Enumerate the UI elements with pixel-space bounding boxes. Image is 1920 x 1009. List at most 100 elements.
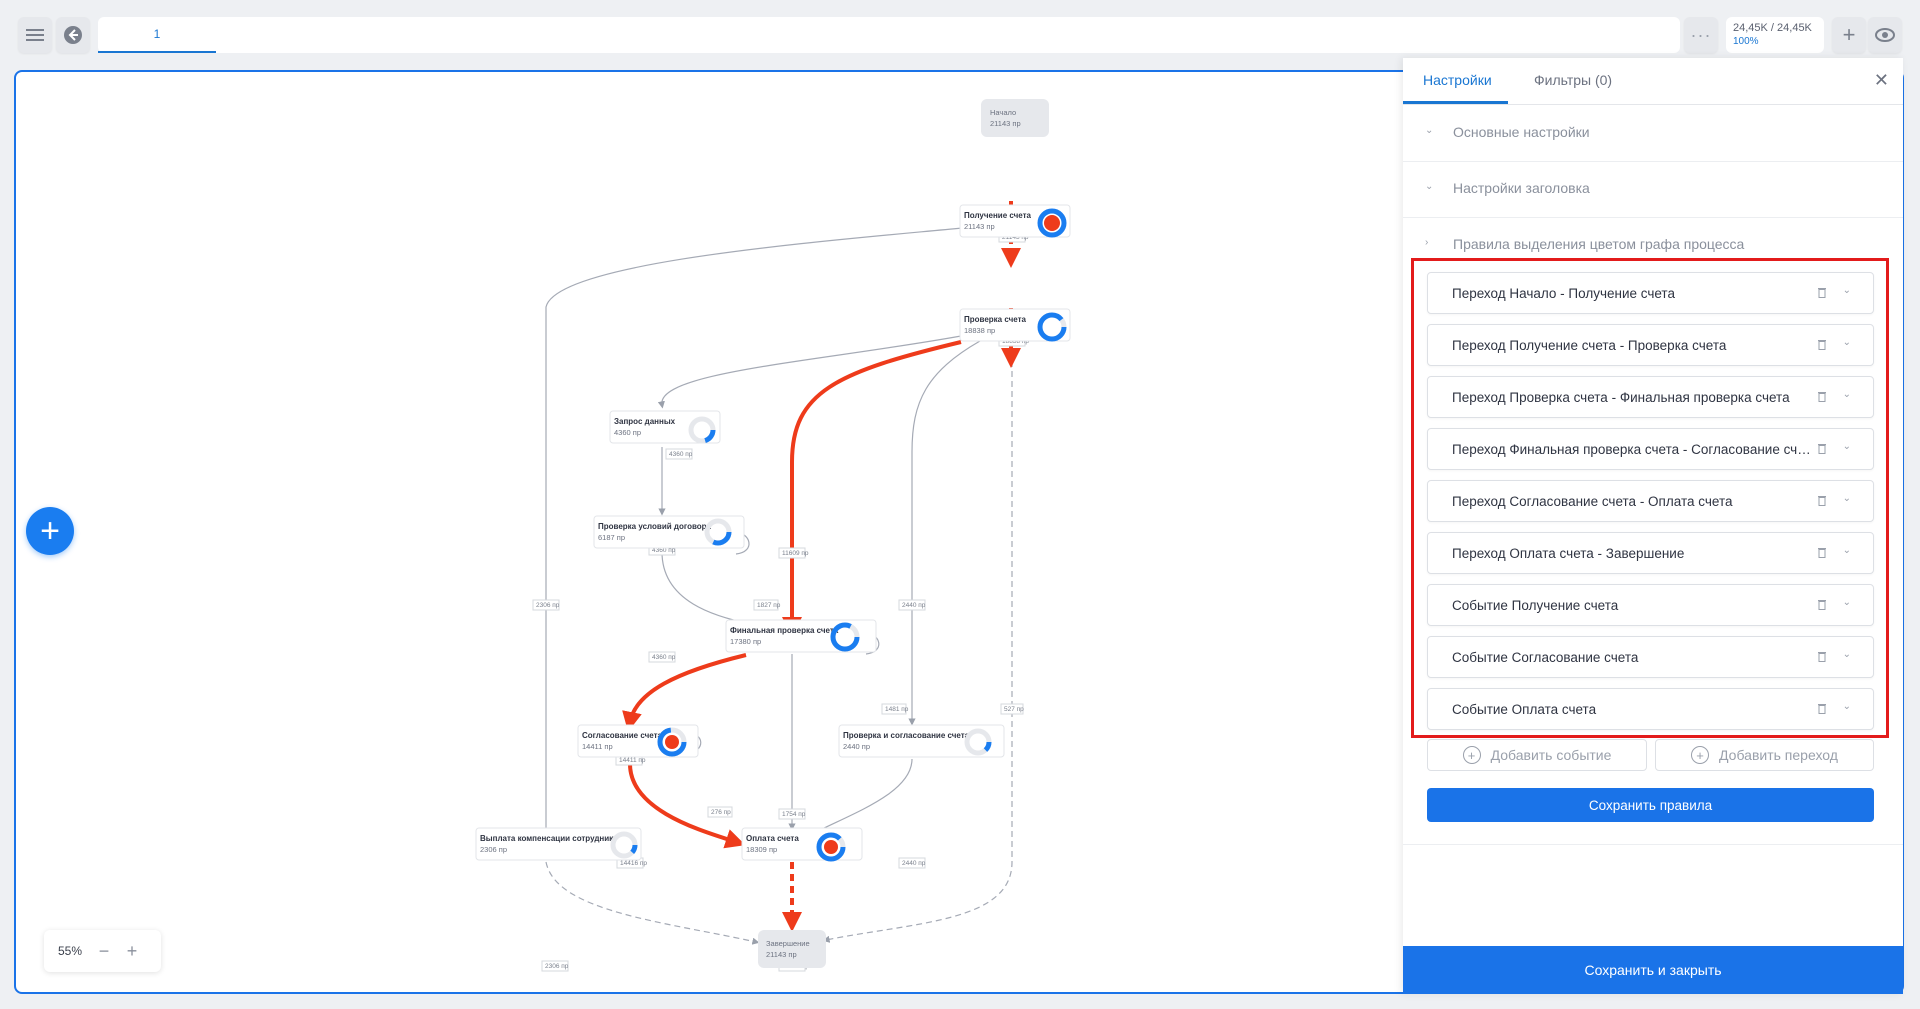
- rule-item[interactable]: Событие Согласование счета ⌄: [1427, 636, 1874, 678]
- edge-label: 2306 пр: [541, 960, 569, 972]
- rule-label: Переход Проверка счета - Финальная прове…: [1452, 390, 1790, 405]
- svg-text:1754 пр: 1754 пр: [782, 811, 806, 818]
- tab-filters[interactable]: Фильтры (0): [1534, 72, 1612, 88]
- chevron-right-icon: ›: [1425, 237, 1429, 248]
- events-percent: 100%: [1733, 36, 1759, 47]
- add-event-button[interactable]: + Добавить событие: [1427, 739, 1647, 771]
- back-button[interactable]: [56, 17, 90, 53]
- svg-text:2440 пр: 2440 пр: [843, 742, 870, 751]
- rule-label: Событие Получение счета: [1452, 598, 1619, 613]
- node-final[interactable]: Финальная проверка счета 17380 пр: [725, 619, 877, 653]
- chevron-down-icon[interactable]: ⌄: [1843, 545, 1851, 556]
- svg-text:Финальная проверка счета: Финальная проверка счета: [730, 626, 839, 635]
- node-pay[interactable]: Оплата счета 18309 пр: [741, 827, 863, 862]
- section-header-settings[interactable]: ⌄ Настройки заголовка: [1403, 161, 1903, 218]
- chevron-down-icon[interactable]: ⌄: [1843, 701, 1851, 712]
- node-receive[interactable]: Получение счета 21143 пр: [959, 204, 1071, 238]
- chevron-down-icon[interactable]: ⌄: [1843, 389, 1851, 400]
- rule-label: Переход Получение счета - Проверка счета: [1452, 338, 1727, 353]
- edge-label: 11609 пр: [778, 547, 809, 559]
- divider: [1403, 844, 1903, 845]
- zoom-in-button[interactable]: +: [118, 941, 146, 962]
- tab-1[interactable]: 1: [98, 17, 216, 53]
- edge-label: 2306 пр: [532, 599, 560, 611]
- node-check[interactable]: Проверка счета 18838 пр: [959, 308, 1071, 342]
- rule-item[interactable]: Переход Получение счета - Проверка счета…: [1427, 324, 1874, 366]
- svg-text:2306 пр: 2306 пр: [536, 602, 560, 609]
- trash-icon[interactable]: [1817, 598, 1827, 610]
- save-and-close-button[interactable]: Сохранить и закрыть: [1403, 946, 1903, 994]
- trash-icon[interactable]: [1817, 650, 1827, 662]
- plus-icon: +: [40, 511, 60, 550]
- chevron-down-icon[interactable]: ⌄: [1843, 441, 1851, 452]
- rule-item[interactable]: Переход Проверка счета - Финальная прове…: [1427, 376, 1874, 418]
- view-button[interactable]: [1868, 17, 1902, 53]
- chevron-down-icon[interactable]: ⌄: [1843, 649, 1851, 660]
- rule-label: Переход Согласование счета - Оплата счет…: [1452, 494, 1733, 509]
- trash-icon[interactable]: [1817, 494, 1827, 506]
- rule-item[interactable]: Переход Оплата счета - Завершение ⌄: [1427, 532, 1874, 574]
- trash-icon[interactable]: [1817, 338, 1827, 350]
- section-label: Правила выделения цветом графа процесса: [1453, 236, 1745, 252]
- section-basic-settings[interactable]: ⌄ Основные настройки: [1403, 105, 1903, 162]
- node-contract[interactable]: Проверка условий договора 6187 пр: [593, 515, 745, 549]
- svg-text:17380 пр: 17380 пр: [730, 637, 761, 646]
- add-event-label: Добавить событие: [1490, 747, 1612, 763]
- svg-text:Проверка и согласование счета: Проверка и согласование счета: [843, 731, 970, 740]
- more-dots-icon: ···: [1690, 24, 1712, 45]
- zoom-out-button[interactable]: −: [90, 941, 118, 962]
- add-button[interactable]: +: [1832, 17, 1866, 53]
- node-checkapprove[interactable]: Проверка и согласование счета 2440 пр: [838, 724, 1005, 758]
- highlight-dot: [665, 735, 679, 749]
- trash-icon[interactable]: [1817, 390, 1827, 402]
- svg-text:Завершение: Завершение: [766, 939, 810, 948]
- edge-label: 2440 пр: [898, 599, 926, 611]
- edge-label: 276 пр: [707, 806, 733, 818]
- chevron-down-icon[interactable]: ⌄: [1843, 285, 1851, 296]
- close-icon[interactable]: ✕: [1874, 70, 1889, 91]
- svg-text:14411 пр: 14411 пр: [582, 742, 613, 751]
- svg-text:2440 пр: 2440 пр: [902, 602, 926, 609]
- plus-icon: +: [1842, 22, 1856, 47]
- rule-item[interactable]: Событие Получение счета ⌄: [1427, 584, 1874, 626]
- trash-icon[interactable]: [1817, 286, 1827, 298]
- add-fab-button[interactable]: +: [26, 507, 74, 555]
- chevron-down-icon[interactable]: ⌄: [1843, 493, 1851, 504]
- svg-text:Выплата компенсации сотруднику: Выплата компенсации сотруднику: [480, 834, 618, 843]
- section-label: Настройки заголовка: [1453, 180, 1590, 196]
- chevron-down-icon[interactable]: ⌄: [1843, 337, 1851, 348]
- edge-label: 1481 пр: [881, 703, 909, 715]
- rule-item[interactable]: Переход Начало - Получение счета ⌄: [1427, 272, 1874, 314]
- node-approve[interactable]: Согласование счета 14411 пр: [577, 724, 699, 758]
- svg-text:11609 пр: 11609 пр: [782, 550, 809, 557]
- node-request[interactable]: Запрос данных 4360 пр: [609, 410, 721, 444]
- settings-panel: Настройки Фильтры (0) ✕ ⌄ Основные настр…: [1403, 58, 1903, 994]
- rule-item[interactable]: Переход Согласование счета - Оплата счет…: [1427, 480, 1874, 522]
- rule-item[interactable]: Событие Оплата счета ⌄: [1427, 688, 1874, 730]
- trash-icon[interactable]: [1817, 702, 1827, 714]
- node-end[interactable]: Завершение 21143 пр: [758, 930, 826, 968]
- eye-icon: [1875, 28, 1895, 42]
- svg-text:14416 пр: 14416 пр: [620, 860, 647, 867]
- node-start[interactable]: Начало 21143 пр: [981, 99, 1049, 137]
- add-transition-button[interactable]: + Добавить переход: [1655, 739, 1874, 771]
- save-rules-button[interactable]: Сохранить правила: [1427, 788, 1874, 822]
- active-tab-indicator: [1403, 101, 1508, 104]
- svg-text:2306 пр: 2306 пр: [480, 845, 507, 854]
- more-button[interactable]: ···: [1684, 17, 1718, 53]
- svg-text:527 пр: 527 пр: [1004, 706, 1024, 713]
- rule-item[interactable]: Переход Финальная проверка счета - Согла…: [1427, 428, 1874, 470]
- highlighted-edges: [622, 201, 1021, 932]
- svg-text:21143 пр: 21143 пр: [964, 222, 995, 231]
- menu-button[interactable]: [18, 17, 52, 53]
- svg-text:14411 пр: 14411 пр: [619, 757, 646, 764]
- tab-strip: 1: [98, 17, 1680, 53]
- chevron-down-icon[interactable]: ⌄: [1843, 597, 1851, 608]
- rule-label: Переход Финальная проверка счета - Согла…: [1452, 442, 1817, 457]
- trash-icon[interactable]: [1817, 546, 1827, 558]
- node-comp[interactable]: Выплата компенсации сотруднику 2306 пр: [475, 827, 642, 861]
- trash-icon[interactable]: [1817, 442, 1827, 454]
- tab-settings[interactable]: Настройки: [1423, 72, 1492, 88]
- svg-text:2306 пр: 2306 пр: [545, 963, 569, 970]
- highlight-dot: [1044, 215, 1060, 231]
